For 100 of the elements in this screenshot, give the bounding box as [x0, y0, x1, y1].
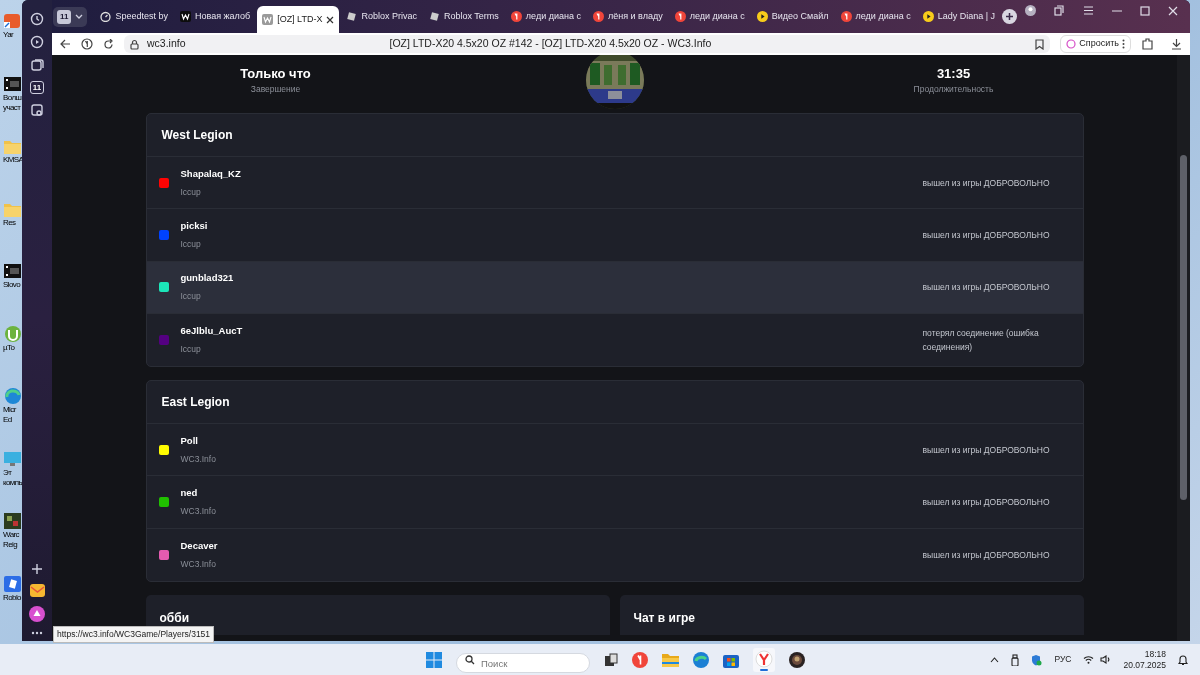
play-icon: [756, 11, 768, 22]
browser-tab[interactable]: [OZ] LTD-X: [257, 6, 340, 33]
player-name[interactable]: Decaver: [180, 538, 218, 554]
icon-label: Warc: [3, 530, 19, 540]
player-name[interactable]: Poll: [180, 433, 216, 449]
close-icon[interactable]: [326, 15, 335, 24]
stat-label: Завершение: [249, 83, 302, 97]
player-row[interactable]: 6eJlblu_AucT Iccup потерял соединение (ошибка соединения): [146, 313, 1083, 367]
player-row[interactable]: picksi Iccup вышел из игры ДОБРОВОЛЬНО: [146, 209, 1083, 262]
link-preview: https://wc3.info/WC3Game/Players/3151: [53, 626, 215, 643]
bell-icon[interactable]: [1178, 654, 1188, 665]
new-tab-icon[interactable]: [1002, 9, 1018, 24]
player-name[interactable]: picksi: [180, 218, 208, 234]
language-indicator[interactable]: РУС: [1054, 653, 1072, 666]
icon-label: Res: [3, 217, 16, 228]
player-name[interactable]: 6eJlblu_AucT: [180, 324, 243, 339]
player-server: WC3.Info: [180, 505, 216, 519]
tab-group-chip[interactable]: 11: [53, 6, 88, 27]
browser-tab[interactable]: леди диана с: [835, 4, 916, 29]
tab-group-button[interactable]: 11: [29, 81, 45, 94]
icon-label: Roblo: [3, 592, 21, 603]
film-icon[interactable]: [3, 262, 22, 280]
player-row[interactable]: Poll WC3.Info вышел из игры ДОБРОВОЛЬНО: [146, 424, 1083, 477]
yandex-icon: [840, 11, 852, 22]
yandex-icon[interactable]: [81, 38, 93, 50]
player-status: вышел из игры ДОБРОВОЛЬНО: [922, 176, 1051, 190]
player-name[interactable]: ned: [180, 486, 216, 501]
clock[interactable]: 18:18 20.07.2025: [1123, 648, 1166, 671]
player-status: вышел из игры ДОБРОВОЛЬНО: [922, 496, 1051, 510]
collections-icon[interactable]: [30, 58, 44, 72]
browser-tab[interactable]: Lady Diana | J: [917, 4, 1001, 29]
play-icon[interactable]: [30, 35, 44, 49]
history-icon[interactable]: [30, 12, 44, 26]
yandex-browser-icon[interactable]: [753, 647, 775, 672]
usb-icon[interactable]: [1011, 653, 1020, 666]
avatar-icon[interactable]: [1025, 5, 1036, 16]
player-row[interactable]: Decaver WC3.Info вышел из игры ДОБРОВОЛЬНО: [146, 528, 1083, 582]
player-row[interactable]: Shapalaq_KZ Iccup вышел из игры ДОБРОВОЛЬНО: [146, 157, 1083, 210]
shortcut-icon[interactable]: [3, 12, 22, 30]
maximize-icon[interactable]: [1140, 5, 1150, 16]
address-field[interactable]: wc3.info [OZ] LTD-X20 4.5x20 OZ #142 - [OZ] LTD-X20 4.5x20 OZ - WC3.Info: [124, 35, 1051, 53]
player-row[interactable]: ned WC3.Info вышел из игры ДОБРОВОЛЬНО: [146, 476, 1083, 529]
collections-icon[interactable]: [1054, 5, 1065, 16]
icon-label: Slovo: [3, 280, 20, 290]
folder-icon[interactable]: [662, 652, 679, 667]
search-icon: [465, 654, 475, 665]
screenshot-icon[interactable]: [30, 103, 44, 117]
chevron-up-icon[interactable]: [990, 656, 1000, 663]
browser-tab[interactable]: леди диана с: [505, 4, 586, 29]
browser-tab[interactable]: Новая жалоб: [175, 4, 256, 29]
browser-icon[interactable]: [693, 651, 709, 668]
player-status: вышел из игры ДОБРОВОЛЬНО: [922, 443, 1051, 457]
search-field[interactable]: Поиск: [456, 653, 590, 673]
menu-icon[interactable]: [1083, 6, 1094, 15]
browser-tab[interactable]: Видео Смайл: [751, 4, 834, 29]
browser-tab[interactable]: леди диана с: [669, 4, 750, 29]
torrent-icon[interactable]: [3, 324, 22, 343]
browser-tab[interactable]: Roblox Terms: [424, 4, 504, 29]
player-server: Iccup: [180, 238, 202, 251]
task-view-icon[interactable]: [604, 652, 618, 667]
film-icon[interactable]: [3, 74, 22, 93]
more-icon[interactable]: [1122, 39, 1125, 49]
scrollbar[interactable]: [1177, 55, 1190, 641]
play-icon: [922, 11, 934, 22]
icon-label: компь: [3, 477, 23, 488]
reload-icon[interactable]: [103, 38, 114, 50]
plus-icon[interactable]: [31, 563, 43, 575]
shield-icon[interactable]: [1031, 653, 1043, 666]
player-status: вышел из игры ДОБРОВОЛЬНО: [922, 281, 1051, 295]
wifi-icon[interactable]: [1083, 655, 1095, 664]
player-row[interactable]: gunblad321 Iccup вышел из игры ДОБРОВОЛЬНО: [146, 261, 1083, 314]
gauge-icon: [100, 11, 112, 22]
start-icon[interactable]: [426, 651, 442, 668]
stat-value: 31:35: [935, 64, 972, 83]
assistant-icon[interactable]: [29, 606, 45, 622]
more-icon[interactable]: [31, 631, 43, 635]
browser-tab[interactable]: Speedtest by: [95, 4, 173, 29]
download-icon[interactable]: [1171, 38, 1182, 50]
player-status: вышел из игры ДОБРОВОЛЬНО: [922, 228, 1051, 242]
bookmark-icon[interactable]: [1035, 38, 1045, 50]
minimize-icon[interactable]: [1112, 9, 1122, 12]
extensions-icon[interactable]: [1141, 38, 1153, 50]
player-status: вышел из игры ДОБРОВОЛЬНО: [922, 548, 1051, 562]
ask-button[interactable]: Спросить: [1060, 35, 1131, 53]
browser-tab[interactable]: лёня и владу: [587, 4, 668, 29]
volume-icon[interactable]: [1100, 655, 1112, 664]
player-name[interactable]: Shapalaq_KZ: [180, 166, 241, 181]
url-text: wc3.info: [147, 36, 186, 52]
monitor-icon[interactable]: [3, 449, 22, 468]
icon-label: Ed: [3, 415, 12, 425]
mail-icon[interactable]: [29, 584, 45, 597]
team-title: West Legion: [146, 114, 1083, 157]
back-icon[interactable]: [60, 39, 71, 49]
game-icon[interactable]: [3, 512, 22, 530]
browser-tab[interactable]: Roblox Privac: [341, 4, 422, 29]
player-name[interactable]: gunblad321: [180, 271, 234, 286]
panel-title: Чат в игре: [633, 610, 696, 628]
stat-value: Только что: [239, 64, 312, 83]
lock-icon: [130, 38, 139, 50]
game-icon[interactable]: [789, 651, 805, 668]
